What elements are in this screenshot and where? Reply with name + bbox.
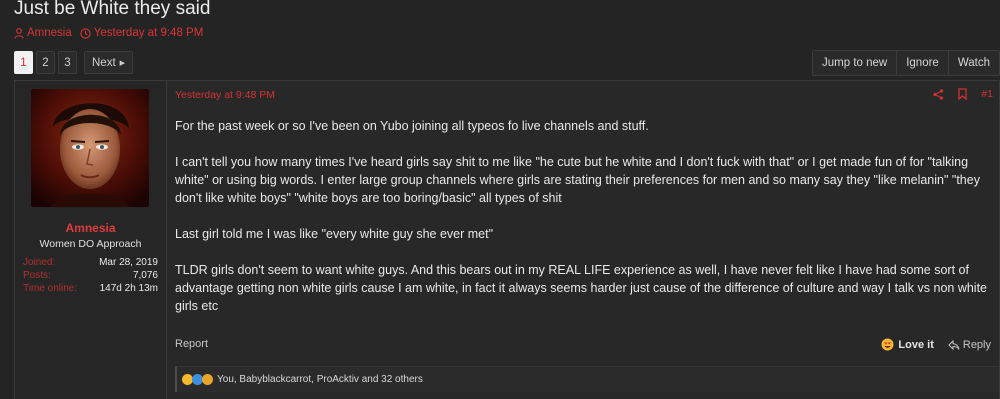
avatar[interactable] xyxy=(31,89,149,207)
page-1-button[interactable]: 1 xyxy=(14,51,33,74)
stat-posts: Posts: 7,076 xyxy=(23,269,158,282)
jump-to-new-button[interactable]: Jump to new xyxy=(813,51,896,75)
next-page-button[interactable]: Next ▶ xyxy=(84,51,134,74)
reaction-icons xyxy=(182,374,213,385)
post-actions: Love it Reply xyxy=(881,338,991,351)
share-icon[interactable] xyxy=(933,88,944,100)
post-paragraph: For the past week or so I've been on Yub… xyxy=(175,119,649,133)
report-link[interactable]: Report xyxy=(175,338,208,351)
stat-label: Joined: xyxy=(23,257,56,268)
avatar-image xyxy=(31,89,149,207)
post-number[interactable]: #1 xyxy=(981,88,993,100)
stat-time-online: Time online: 147d 2h 13m xyxy=(23,282,158,295)
post-main: Yesterday at 9:48 PM #1 For the past wee… xyxy=(167,81,999,399)
stat-value: Mar 28, 2019 xyxy=(99,257,158,268)
username[interactable]: Amnesia xyxy=(15,221,166,235)
thread-actions: Jump to new Ignore Watch xyxy=(812,50,1000,76)
page-2-button[interactable]: 2 xyxy=(36,51,55,74)
reply-button[interactable]: Reply xyxy=(948,339,991,351)
user-panel: Amnesia Women DO Approach Joined: Mar 28… xyxy=(15,81,167,399)
post-body: For the past week or so I've been on Yub… xyxy=(175,117,995,333)
post-tools: #1 xyxy=(933,88,993,100)
bookmark-icon[interactable] xyxy=(958,88,967,100)
stat-label: Time online: xyxy=(23,283,78,294)
ignore-button[interactable]: Ignore xyxy=(896,51,948,75)
next-page-label: Next xyxy=(92,56,116,69)
love-it-label: Love it xyxy=(898,338,934,351)
stat-value: 147d 2h 13m xyxy=(99,283,158,294)
caret-right-icon: ▶ xyxy=(119,59,126,67)
heart-eyes-emoji-icon xyxy=(881,338,894,351)
watch-button[interactable]: Watch xyxy=(947,51,999,75)
post-paragraph: Last girl told me I was like "every whit… xyxy=(175,227,494,241)
stat-joined: Joined: Mar 28, 2019 xyxy=(23,256,158,269)
post-date[interactable]: Yesterday at 9:48 PM xyxy=(175,89,999,101)
thread-meta: Amnesia Yesterday at 9:48 PM xyxy=(14,27,203,39)
clock-icon xyxy=(80,27,91,39)
thread-title: Just be White they said xyxy=(14,0,211,19)
post-footer: Report Love it Reply xyxy=(175,338,991,351)
user-title: Women DO Approach xyxy=(39,238,142,250)
thread-author-name: Amnesia xyxy=(27,27,72,39)
reply-icon xyxy=(948,339,960,350)
thread-date-text: Yesterday at 9:48 PM xyxy=(93,27,204,39)
stat-value: 7,076 xyxy=(132,270,158,281)
page-nav: 1 2 3 Next ▶ xyxy=(14,51,134,74)
reactions-bar[interactable]: You, Babyblackcarrot, ProAcktiv and 32 o… xyxy=(175,366,999,392)
post-paragraph: TLDR girls don't seem to want white guys… xyxy=(175,263,988,313)
reactions-text: You, Babyblackcarrot, ProAcktiv and 32 o… xyxy=(217,374,423,385)
love-it-button[interactable]: Love it xyxy=(881,338,934,351)
thread-date[interactable]: Yesterday at 9:48 PM xyxy=(80,27,204,39)
user-stats: Joined: Mar 28, 2019 Posts: 7,076 Time o… xyxy=(23,256,158,295)
page-3-button[interactable]: 3 xyxy=(58,51,77,74)
user-icon xyxy=(14,27,24,39)
reply-label: Reply xyxy=(962,338,991,351)
thread-author[interactable]: Amnesia xyxy=(14,27,72,39)
stat-label: Posts: xyxy=(23,270,51,281)
post: Amnesia Women DO Approach Joined: Mar 28… xyxy=(14,80,1000,399)
thinking-emoji-icon xyxy=(202,374,213,385)
post-paragraph: I can't tell you how many times I've hea… xyxy=(175,155,980,205)
